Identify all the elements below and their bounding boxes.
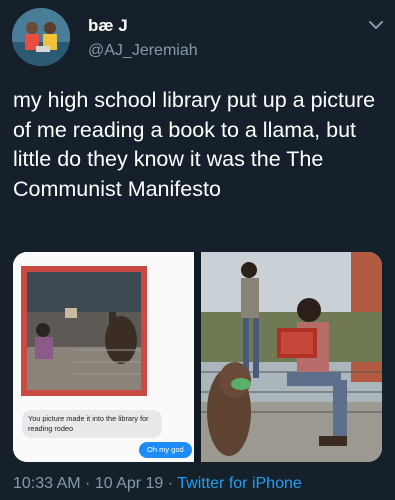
tweet-header: bæ J @AJ_Jeremiah: [0, 0, 395, 80]
tweet-media[interactable]: You picture made it into the library for…: [13, 252, 382, 462]
tweet-date[interactable]: 10 Apr 19: [95, 475, 164, 492]
tweet-meta: 10:33 AM · 10 Apr 19 · Twitter for iPhon…: [13, 475, 302, 493]
avatar-image: [12, 8, 70, 66]
chevron-down-icon[interactable]: [366, 18, 386, 32]
sent-message-bubble: Oh my god: [139, 442, 192, 458]
avatar[interactable]: [12, 8, 70, 66]
screenshot-image[interactable]: You picture made it into the library for…: [13, 252, 194, 462]
tweet-text: my high school library put up a picture …: [13, 88, 376, 201]
display-name[interactable]: bæ J: [88, 16, 128, 36]
tweet-time[interactable]: 10:33 AM: [13, 475, 81, 492]
received-message-bubble: You picture made it into the library for…: [22, 410, 162, 438]
meta-separator: ·: [80, 475, 95, 492]
client-link[interactable]: Twitter for iPhone: [177, 475, 302, 492]
user-handle[interactable]: @AJ_Jeremiah: [88, 42, 198, 60]
meta-separator: ·: [163, 475, 178, 492]
llama-photo-illustration: [201, 252, 382, 462]
llama-photo-image[interactable]: [201, 252, 382, 462]
